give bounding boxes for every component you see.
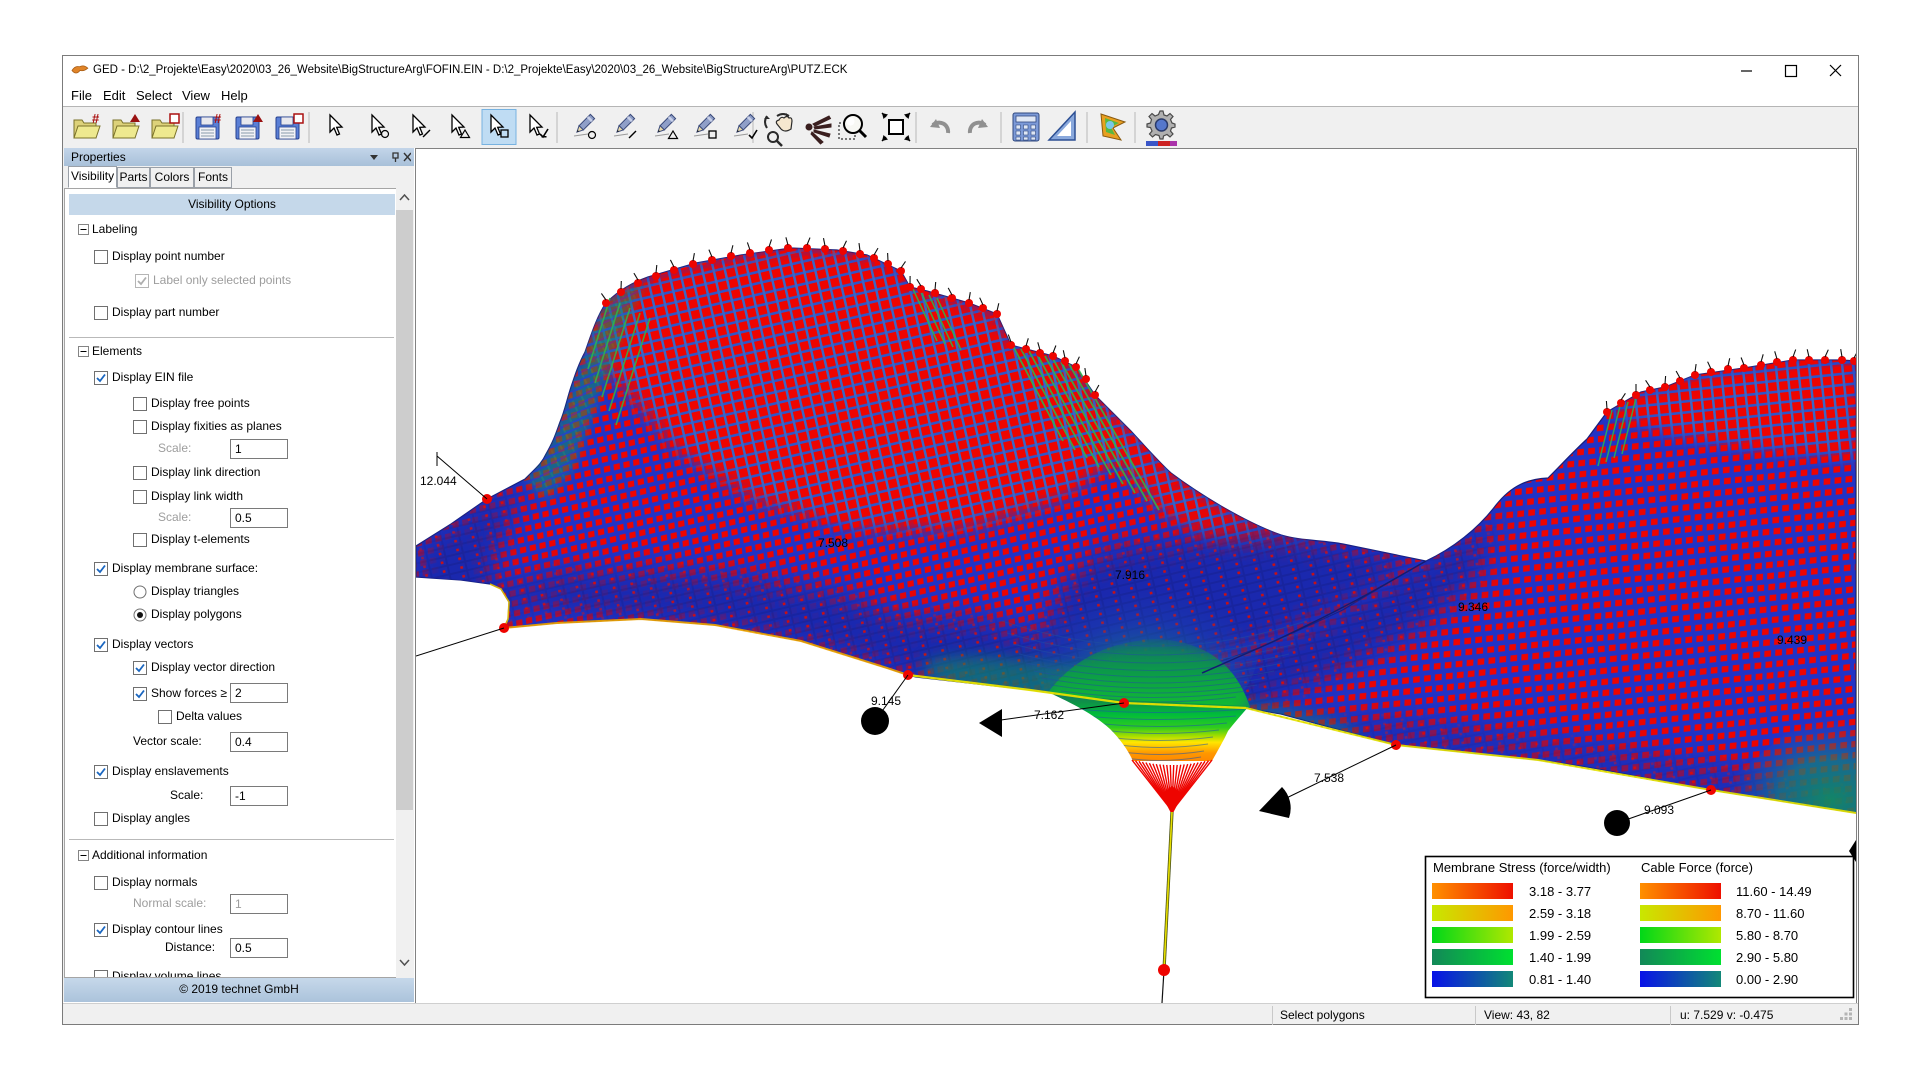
svg-text:9.093: 9.093: [1644, 803, 1674, 817]
svg-text:2.59 - 3.18: 2.59 - 3.18: [1529, 906, 1591, 921]
svg-text:Membrane Stress (force/width): Membrane Stress (force/width): [1433, 860, 1611, 875]
svg-text:2.90 - 5.80: 2.90 - 5.80: [1736, 950, 1798, 965]
svg-text:11.60 - 14.49: 11.60 - 14.49: [1736, 884, 1812, 899]
svg-text:7.916: 7.916: [1115, 568, 1145, 582]
svg-text:12.044: 12.044: [420, 474, 457, 488]
svg-text:1.99 - 2.59: 1.99 - 2.59: [1529, 928, 1591, 943]
svg-text:0.81 - 1.40: 0.81 - 1.40: [1529, 972, 1591, 987]
svg-text:#: #: [92, 111, 100, 126]
svg-text:5.80 - 8.70: 5.80 - 8.70: [1736, 928, 1798, 943]
svg-text:Cable Force (force): Cable Force (force): [1641, 860, 1753, 875]
svg-text:7.508: 7.508: [818, 536, 848, 550]
svg-text:7.162: 7.162: [1034, 708, 1064, 722]
svg-text:9.346: 9.346: [1458, 600, 1488, 614]
svg-text:3.18 - 3.77: 3.18 - 3.77: [1529, 884, 1591, 899]
svg-text:9.439: 9.439: [1777, 633, 1807, 647]
svg-text:7.538: 7.538: [1314, 771, 1344, 785]
svg-text:0.00 - 2.90: 0.00 - 2.90: [1736, 972, 1798, 987]
svg-text:#: #: [214, 111, 222, 126]
svg-text:1.40 - 1.99: 1.40 - 1.99: [1529, 950, 1591, 965]
svg-text:8.70 - 11.60: 8.70 - 11.60: [1736, 906, 1804, 921]
svg-text:9.145: 9.145: [871, 694, 901, 708]
